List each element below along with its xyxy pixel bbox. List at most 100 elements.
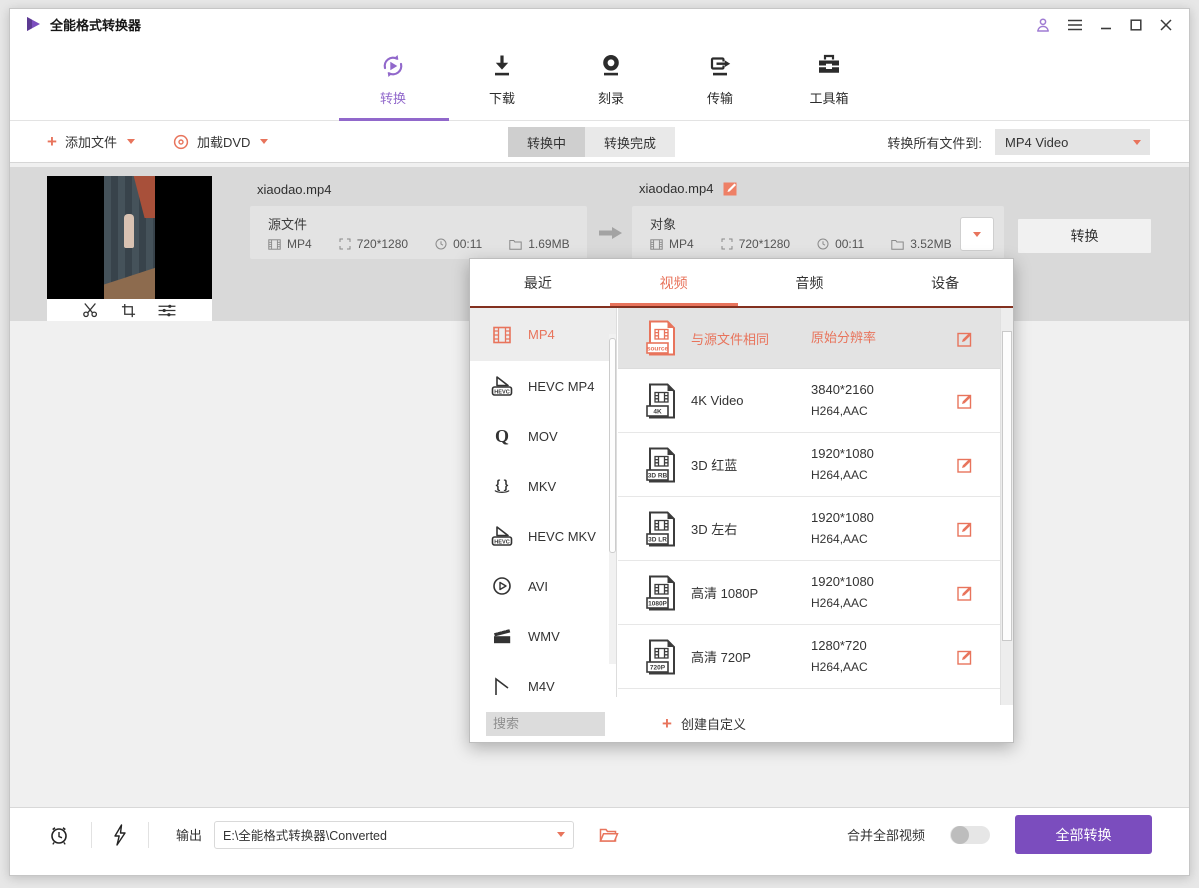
schedule-icon[interactable] [48,824,70,846]
source-info-panel: 源文件 MP4 720*1280 00:11 1.69MB [250,206,587,259]
app-logo-icon [26,16,41,32]
format-list-item[interactable]: AVI [470,561,616,611]
format-popup-tab[interactable]: 视频 [606,259,742,307]
load-dvd-button[interactable]: 加载DVD [173,132,268,151]
film-icon [489,324,515,346]
nav-tab[interactable]: 传输 [670,48,770,107]
merge-videos-toggle[interactable] [950,826,990,844]
format-list-item[interactable]: WMV [470,611,616,661]
maximize-icon[interactable] [1129,18,1143,32]
account-icon[interactable] [1035,17,1051,33]
playcircle-icon [489,575,515,597]
convert-icon [378,48,408,81]
target-file-name: xiaodao.mp4 [639,181,713,196]
format-list-item[interactable]: { } MKV [470,461,616,511]
format-list-item[interactable]: HEVC HEVC MP4 [470,361,616,411]
format-list-item[interactable]: MP4 [470,308,616,361]
main-nav: 转换 下载 刻录 传输 工具箱 [10,39,1189,121]
preset-name: 高清 720P [691,647,811,666]
add-files-button[interactable]: + 添加文件 [47,132,135,151]
app-window: 全能格式转换器 转换 下载 刻录 [9,8,1190,876]
preset-row[interactable]: 3D LR 3D 左右 1920*1080 H264,AAC [618,497,1000,561]
convert-button-label: 转换 [1071,226,1099,246]
create-custom-button[interactable]: + 创建自定义 [662,714,746,733]
format-list-item[interactable]: HEVC HEVC MKV [470,511,616,561]
preset-resolution: 3840*2160 [811,382,874,397]
target-format-value: MP4 Video [1005,135,1068,150]
source-resolution: 720*1280 [357,237,408,251]
download-icon [487,48,517,81]
preset-file-icon: 4K [645,383,679,419]
nav-tab[interactable]: 转换 [343,48,443,107]
preset-list-scroll-thumb[interactable] [1002,331,1012,641]
format-label: WMV [528,629,560,644]
preset-row[interactable]: 1080P 高清 1080P 1920*1080 H264,AAC [618,561,1000,625]
format-list-item[interactable]: Q MOV [470,411,616,461]
preset-name: 4K Video [691,393,811,408]
edit-preset-icon[interactable] [957,648,974,665]
target-panel-title: 对象 [650,214,676,233]
chevron-down-icon[interactable] [557,832,565,837]
convert-direction-arrow-icon [599,226,623,240]
active-format-tab-underline [610,303,738,306]
preset-name: 3D 红蓝 [691,455,811,474]
hevc-icon: HEVC [489,375,515,397]
close-icon[interactable] [1159,18,1173,32]
format-popup-tab-label: 音频 [795,273,823,293]
preset-list-scrollbar[interactable] [1000,308,1013,705]
svg-text:Q: Q [495,426,509,446]
target-info-panel: 对象 MP4 720*1280 00:11 3.52MB [632,206,1004,259]
preset-list: source 与源文件相同 原始分辨率 [618,308,1000,705]
format-label: MKV [528,479,556,494]
preset-row[interactable]: 4K 4K Video 3840*2160 H264,AAC [618,369,1000,433]
source-format: MP4 [287,237,312,251]
menu-icon[interactable] [1067,18,1083,32]
preset-resolution: 原始分辨率 [811,330,876,345]
target-format-select[interactable]: MP4 Video [995,129,1150,155]
edit-preset-icon[interactable] [957,584,974,601]
nav-tab[interactable]: 刻录 [561,48,661,107]
edit-preset-icon[interactable] [957,520,974,537]
format-label: MOV [528,429,558,444]
minimize-icon[interactable] [1099,18,1113,32]
nav-tab[interactable]: 下载 [452,48,552,107]
output-label: 输出 [176,825,202,844]
output-path-input[interactable] [214,821,574,849]
convert-all-button[interactable]: 全部转换 [1015,815,1152,854]
queue-tab[interactable]: 转换完成 [585,127,675,157]
format-popup-tab[interactable]: 最近 [470,259,606,307]
format-label: AVI [528,579,548,594]
svg-text:3D RB: 3D RB [648,472,668,479]
format-popup-tab[interactable]: 设备 [877,259,1013,307]
crop-icon[interactable] [121,303,136,318]
preset-resolution: 1920*1080 [811,510,874,525]
edit-preset-icon[interactable] [957,330,974,347]
edit-preset-icon[interactable] [957,456,974,473]
open-folder-icon[interactable] [599,827,619,843]
preset-file-icon: 3D RB [645,447,679,483]
source-panel-title: 源文件 [268,214,307,233]
performance-icon[interactable] [113,824,127,846]
format-list-item[interactable]: M4V [470,661,616,697]
format-search-input[interactable] [486,712,605,736]
convert-all-label: 全部转换 [1056,825,1112,845]
preset-row[interactable]: 720P 高清 720P 1280*720 H264,AAC [618,625,1000,689]
format-popup-tab-label: 设备 [931,273,959,293]
target-duration: 00:11 [835,237,864,251]
preset-row[interactable]: 3D RB 3D 红蓝 1920*1080 H264,AAC [618,433,1000,497]
effects-sliders-icon[interactable] [157,303,177,318]
convert-button[interactable]: 转换 [1017,218,1152,254]
edit-preset-icon[interactable] [957,392,974,409]
target-size: 3.52MB [910,237,951,251]
create-custom-label: 创建自定义 [681,714,746,733]
format-label: M4V [528,679,555,694]
trim-icon[interactable] [82,302,100,318]
queue-tab[interactable]: 转换中 [508,127,585,157]
rename-icon[interactable] [723,180,739,196]
format-dropdown-button[interactable] [960,217,994,251]
format-popup-tab[interactable]: 音频 [742,259,878,307]
format-list-scroll-thumb[interactable] [609,338,616,553]
preset-codec: H264,AAC [811,468,868,482]
nav-tab[interactable]: 工具箱 [779,48,879,107]
preset-row[interactable]: source 与源文件相同 原始分辨率 [618,308,1000,369]
